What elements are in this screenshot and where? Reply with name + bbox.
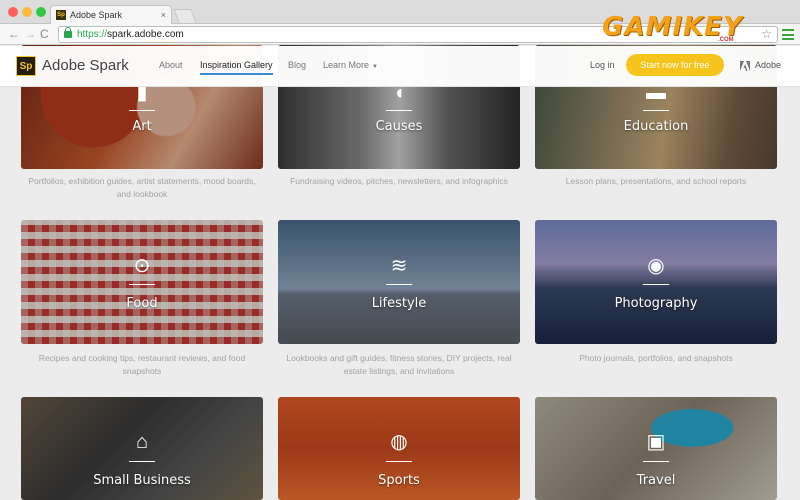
chevron-down-icon: ▼ [372, 64, 378, 70]
card-title: Photography [614, 296, 698, 311]
card-description: Lookbooks and gift guides, fitness stori… [286, 353, 512, 376]
card-title: Causes [375, 119, 423, 134]
camera-icon: ◉ [647, 255, 665, 277]
card-lifestyle[interactable]: ≋ Lifestyle [278, 220, 520, 344]
tab-title: Adobe Spark [70, 10, 123, 20]
card-description: Recipes and cooking tips, restaurant rev… [38, 353, 246, 376]
url-host: spark.adobe.com [107, 29, 184, 40]
card-small-business[interactable]: ⌂ Small Business [21, 397, 263, 500]
card-title: Art [132, 119, 152, 134]
fork-plate-icon: ⊙ [133, 255, 151, 277]
card-title: Travel [636, 473, 676, 488]
card-food[interactable]: ⊙ Food [21, 220, 263, 344]
brand-name[interactable]: Adobe Spark [42, 57, 129, 74]
nav-blog[interactable]: Blog [288, 60, 306, 70]
start-free-button[interactable]: Start now for free [626, 54, 724, 76]
card-description: Fundraising videos, pitches, newsletters… [290, 176, 508, 186]
browser-menu-icon[interactable] [782, 29, 794, 40]
spark-logo-icon[interactable]: Sp [16, 56, 36, 76]
card-description: Lesson plans, presentations, and school … [565, 176, 747, 186]
card-title: Lifestyle [371, 296, 427, 311]
watermark-sub: .COM [718, 37, 734, 43]
tab-close-icon[interactable]: × [161, 10, 166, 20]
nav-learn-more-label: Learn More [323, 60, 370, 70]
football-icon: ◍ [390, 431, 408, 453]
site-header: Sp Adobe Spark About Inspiration Gallery… [0, 46, 800, 87]
nav-inspiration-gallery[interactable]: Inspiration Gallery [200, 60, 273, 75]
card-travel[interactable]: ▣ Travel [535, 397, 777, 500]
back-icon[interactable]: ← [8, 27, 20, 41]
lock-icon [64, 27, 72, 38]
adobe-logo-icon [740, 61, 750, 71]
nav-learn-more[interactable]: Learn More ▼ [323, 60, 378, 70]
nav-about[interactable]: About [159, 60, 183, 70]
minimize-window-button[interactable] [22, 7, 32, 17]
card-title: Sports [378, 473, 420, 488]
card-description: Portfolios, exhibition guides, artist st… [28, 176, 256, 199]
new-tab-button[interactable] [173, 9, 197, 23]
login-link[interactable]: Log in [590, 60, 615, 70]
url-protocol: https:// [77, 29, 108, 40]
favicon-icon: Sp [56, 10, 66, 20]
close-window-button[interactable] [8, 7, 18, 17]
card-title: Education [623, 119, 689, 134]
adobe-link[interactable]: Adobe [755, 60, 781, 70]
bookmark-star-icon[interactable]: ☆ [761, 27, 772, 41]
reload-icon[interactable]: C [40, 27, 49, 41]
forward-icon[interactable]: → [24, 27, 36, 41]
browser-tab[interactable]: Sp Adobe Spark × [50, 5, 172, 24]
maximize-window-button[interactable] [36, 7, 46, 17]
card-title: Small Business [93, 473, 191, 488]
card-photography[interactable]: ◉ Photography [535, 220, 777, 344]
card-title: Food [126, 296, 158, 311]
card-description: Photo journals, portfolios, and snapshot… [579, 353, 733, 363]
card-sports[interactable]: ◍ Sports [278, 397, 520, 500]
suitcase-icon: ▣ [646, 431, 666, 453]
sneaker-icon: ≋ [390, 255, 408, 277]
storefront-icon: ⌂ [135, 431, 149, 453]
